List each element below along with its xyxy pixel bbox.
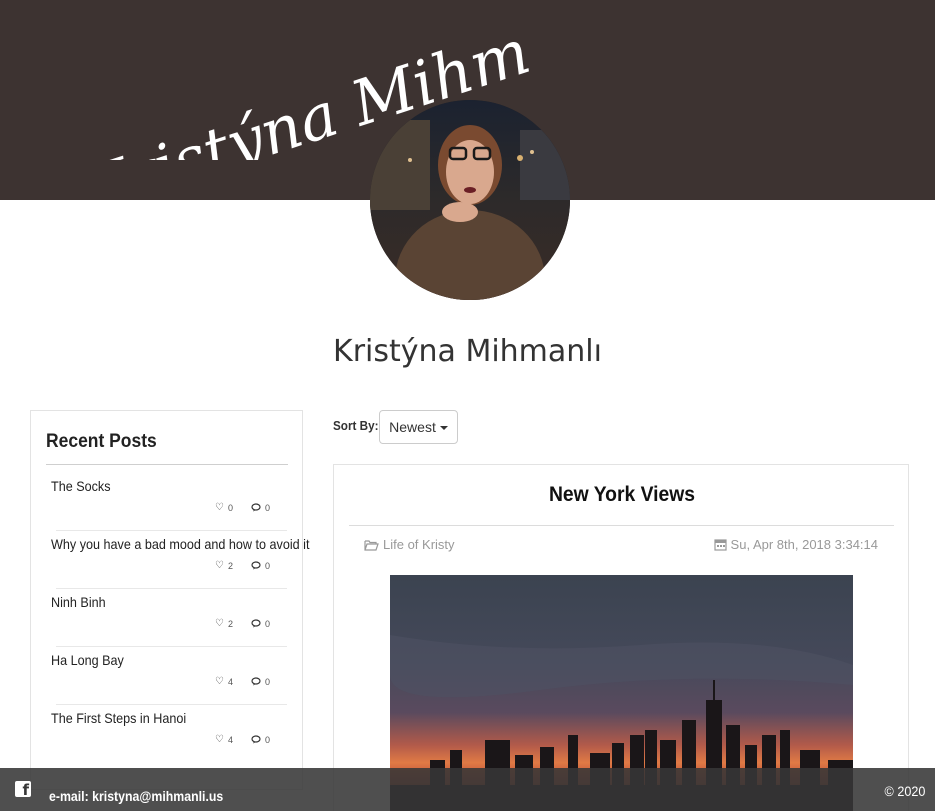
- divider: [349, 525, 894, 526]
- likes-count: 4: [227, 734, 233, 745]
- post-link[interactable]: Ninh Binh: [51, 594, 106, 610]
- likes-count: 2: [227, 560, 233, 571]
- heart-icon: ♡: [215, 502, 224, 513]
- comment-icon: [251, 561, 261, 570]
- heart-icon: ♡: [215, 734, 224, 745]
- heart-icon: ♡: [215, 618, 224, 629]
- post-stats: ♡ 2 0: [215, 618, 270, 629]
- folder-open-icon: [364, 539, 379, 551]
- post-card: New York Views Life of Kristy Su, Apr 8t…: [333, 464, 909, 811]
- heart-icon: ♡: [215, 560, 224, 571]
- likes-count: 4: [227, 676, 233, 687]
- list-item[interactable]: Ha Long Bay ♡ 4 0: [51, 652, 303, 710]
- post-link[interactable]: The First Steps in Hanoi: [51, 710, 186, 726]
- post-date: Su, Apr 8th, 2018 3:34:14: [713, 537, 878, 552]
- likes-count: 0: [227, 502, 233, 513]
- comments-count: 0: [264, 676, 270, 687]
- post-stats: ♡ 0 0: [215, 502, 270, 513]
- post-category[interactable]: Life of Kristy: [364, 537, 455, 552]
- footer-email[interactable]: e-mail: kristyna@mihmanli.us: [49, 788, 223, 804]
- post-link[interactable]: Why you have a bad mood and how to avoid…: [51, 536, 309, 552]
- date-label: Su, Apr 8th, 2018 3:34:14: [730, 537, 878, 552]
- recent-posts-panel: Recent Posts The Socks ♡ 0 0 Why you hav…: [30, 410, 309, 790]
- list-item[interactable]: The Socks ♡ 0 0: [51, 478, 303, 536]
- category-label: Life of Kristy: [383, 537, 455, 552]
- comments-count: 0: [264, 618, 270, 629]
- facebook-icon[interactable]: f: [15, 781, 31, 798]
- divider: [56, 704, 287, 705]
- comment-icon: [251, 735, 261, 744]
- recent-posts-title: Recent Posts: [46, 431, 157, 452]
- comment-icon: [251, 503, 261, 512]
- list-item[interactable]: Why you have a bad mood and how to avoid…: [51, 536, 309, 594]
- post-stats: ♡ 4 0: [215, 676, 270, 687]
- likes-count: 2: [227, 618, 233, 629]
- comment-icon: [251, 677, 261, 686]
- list-item[interactable]: The First Steps in Hanoi ♡ 4 0: [51, 710, 303, 768]
- post-stats: ♡ 4 0: [215, 734, 270, 745]
- comments-count: 0: [264, 560, 270, 571]
- footer-copyright: © 2020: [884, 783, 925, 799]
- list-item[interactable]: Ninh Binh ♡ 2 0: [51, 594, 303, 652]
- post-link[interactable]: The Socks: [51, 478, 111, 494]
- divider: [56, 646, 287, 647]
- calendar-icon: [713, 539, 727, 551]
- sort-dropdown[interactable]: Newest: [379, 410, 458, 444]
- sort-label: Sort By:: [333, 418, 379, 433]
- post-stats: ♡ 2 0: [215, 560, 270, 571]
- footer: f e-mail: kristyna@mihmanli.us © 2020: [0, 768, 935, 811]
- post-title[interactable]: New York Views: [357, 483, 887, 507]
- heart-icon: ♡: [215, 676, 224, 687]
- sort-selected: Newest: [389, 419, 436, 435]
- post-link[interactable]: Ha Long Bay: [51, 652, 124, 668]
- divider: [56, 530, 287, 531]
- page: Kristýna Mihmanli: [0, 0, 935, 811]
- comments-count: 0: [264, 734, 270, 745]
- caret-down-icon: [439, 426, 448, 430]
- comments-count: 0: [264, 502, 270, 513]
- divider: [56, 588, 287, 589]
- divider: [46, 464, 288, 465]
- avatar: [370, 100, 570, 300]
- comment-icon: [251, 619, 261, 628]
- profile-name: Kristýna Mihmanlı: [333, 334, 602, 369]
